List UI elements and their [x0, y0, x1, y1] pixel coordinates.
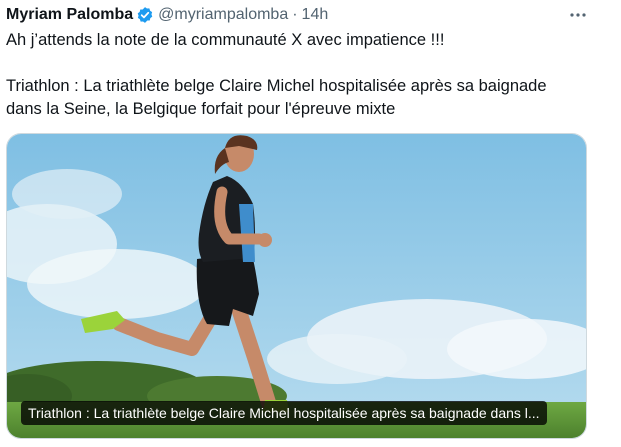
tweet-text-line: dans la Seine, la Belgique forfait pour …	[6, 100, 396, 118]
more-options-icon[interactable]	[566, 3, 590, 27]
tweet-text-line: Ah j’attends la note de la communauté X …	[6, 31, 445, 49]
tweet-text-line: Triathlon : La triathlète belge Claire M…	[6, 77, 547, 95]
tweet: Myriam Palomba @myriampalomba · 14h Ah j…	[0, 0, 621, 447]
tweet-timestamp[interactable]: 14h	[302, 5, 329, 25]
media-caption: Triathlon : La triathlète belge Claire M…	[21, 401, 547, 425]
author-handle[interactable]: @myriampalomba	[158, 5, 288, 25]
tweet-text: Ah j’attends la note de la communauté X …	[6, 29, 596, 121]
tweet-header: Myriam Palomba @myriampalomba · 14h	[6, 3, 328, 27]
tweet-media-card[interactable]: Triathlon : La triathlète belge Claire M…	[6, 133, 587, 439]
verified-badge-icon[interactable]	[136, 6, 154, 24]
author-name[interactable]: Myriam Palomba	[6, 5, 133, 25]
separator-dot: ·	[292, 6, 298, 23]
athlete-photo	[7, 134, 586, 438]
